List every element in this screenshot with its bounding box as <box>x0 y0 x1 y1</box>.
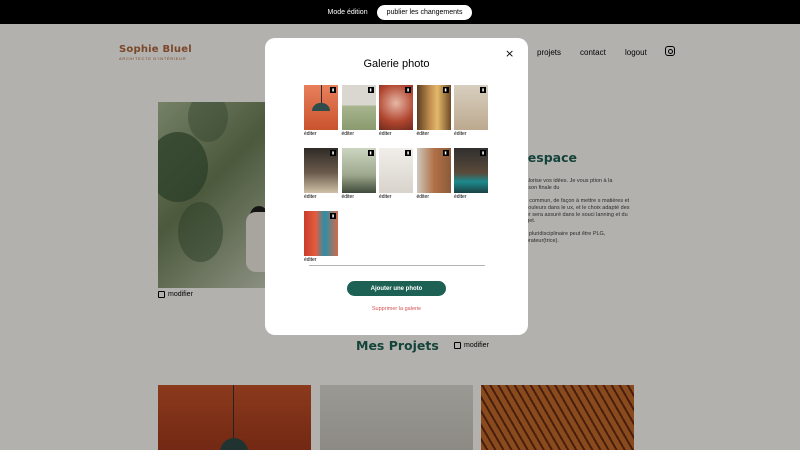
gallery-item: ▮ éditer <box>454 85 488 137</box>
trash-icon[interactable]: ▮ <box>330 213 336 219</box>
gallery-photo: ▮ <box>416 148 451 193</box>
trash-icon[interactable]: ▮ <box>480 150 486 156</box>
gallery-modal: × Galerie photo ▮ éditer ▮ éditer ▮ édit… <box>265 38 528 335</box>
gallery-item: ▮ éditer <box>379 148 413 200</box>
gallery-item: ▮ éditer <box>304 211 338 263</box>
modal-divider <box>309 265 485 266</box>
edit-mode-bar: Mode édition publier les changements <box>0 0 800 24</box>
add-photo-button[interactable]: Ajouter une photo <box>347 281 446 296</box>
gallery-item: ▮ éditer <box>304 148 338 200</box>
gallery-item: ▮ éditer <box>416 148 451 200</box>
trash-icon[interactable]: ▮ <box>405 150 411 156</box>
gallery-photo: ▮ <box>304 85 338 130</box>
edit-photo-link[interactable]: éditer <box>304 194 338 200</box>
gallery-photo: ▮ <box>454 85 488 130</box>
modal-title: Galerie photo <box>363 58 430 70</box>
trash-icon[interactable]: ▮ <box>330 150 336 156</box>
trash-icon[interactable]: ▮ <box>405 87 411 93</box>
photo-gallery: ▮ éditer ▮ éditer ▮ éditer ▮ éditer ▮ éd… <box>304 85 494 263</box>
gallery-item: ▮ éditer <box>304 85 338 137</box>
gallery-photo: ▮ <box>304 148 338 193</box>
trash-icon[interactable]: ▮ <box>480 87 486 93</box>
trash-icon[interactable]: ▮ <box>442 150 449 156</box>
edit-photo-link[interactable]: éditer <box>417 131 451 137</box>
gallery-photo: ▮ <box>304 211 338 256</box>
edit-photo-link[interactable]: éditer <box>304 257 338 263</box>
edit-photo-link[interactable]: éditer <box>417 194 451 200</box>
edit-mode-label: Mode édition <box>327 8 368 16</box>
edit-photo-link[interactable]: éditer <box>454 194 488 200</box>
gallery-photo: ▮ <box>416 85 451 130</box>
edit-photo-link[interactable]: éditer <box>454 131 488 137</box>
trash-icon[interactable]: ▮ <box>367 87 374 93</box>
publish-changes-button[interactable]: publier les changements <box>376 4 473 20</box>
gallery-photo: ▮ <box>341 85 376 130</box>
trash-icon[interactable]: ▮ <box>367 150 374 156</box>
gallery-item: ▮ éditer <box>341 85 376 137</box>
gallery-item: ▮ éditer <box>341 148 376 200</box>
gallery-photo: ▮ <box>379 85 413 130</box>
edit-photo-link[interactable]: éditer <box>379 131 413 137</box>
trash-icon[interactable]: ▮ <box>330 87 336 93</box>
edit-photo-link[interactable]: éditer <box>342 194 376 200</box>
gallery-item: ▮ éditer <box>454 148 488 200</box>
gallery-photo: ▮ <box>454 148 488 193</box>
gallery-photo: ▮ <box>379 148 413 193</box>
trash-icon[interactable]: ▮ <box>442 87 449 93</box>
gallery-item: ▮ éditer <box>416 85 451 137</box>
gallery-item: ▮ éditer <box>379 85 413 137</box>
gallery-photo: ▮ <box>341 148 376 193</box>
edit-photo-link[interactable]: éditer <box>342 131 376 137</box>
edit-photo-link[interactable]: éditer <box>379 194 413 200</box>
delete-gallery-link[interactable]: Supprimer la galerie <box>265 306 528 312</box>
edit-photo-link[interactable]: éditer <box>304 131 338 137</box>
